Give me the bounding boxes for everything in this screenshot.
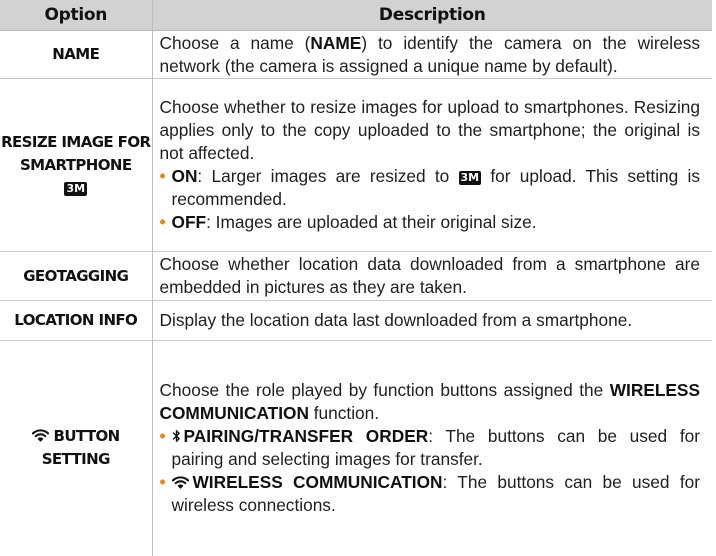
bullet-text: : Larger images are resized to — [197, 166, 459, 186]
size-3m-icon: 3M — [458, 171, 482, 185]
bullet-item: • WIRELESS COMMUNICATION: The buttons ca… — [160, 471, 701, 517]
table-row: LOCATION INFO Display the location data … — [0, 300, 712, 341]
bullet-label: PAIRING/TRANSFER ORDER — [183, 426, 429, 447]
description-geotagging: Choose whether location data downloaded … — [152, 252, 712, 301]
desc-text: Choose the role played by function butto… — [159, 380, 610, 401]
bluetooth-icon — [172, 430, 180, 443]
option-label-line: BUTTON — [53, 427, 120, 446]
option-location-info: LOCATION INFO — [0, 300, 153, 341]
desc-text: Choose whether location data downloaded … — [159, 254, 701, 297]
bullet-item: • PAIRING/TRANSFER ORDER: The buttons ca… — [160, 425, 701, 471]
table-row: NAME Choose a name (NAME) to identify th… — [0, 30, 712, 79]
bullet-icon: • — [159, 472, 166, 493]
bullet-text: : Images are uploaded at their original … — [206, 212, 537, 232]
bullet-item: • OFF: Images are uploaded at their orig… — [160, 211, 701, 234]
option-label-line: RESIZE IMAGE FOR — [1, 132, 151, 151]
option-geotagging: GEOTAGGING — [0, 251, 153, 301]
desc-intro: Choose whether to resize images for uplo… — [159, 97, 701, 163]
description-resize-image: Choose whether to resize images for uplo… — [152, 79, 712, 252]
size-3m-icon: 3M — [64, 181, 88, 196]
description-name: Choose a name (NAME) to identify the cam… — [152, 31, 712, 79]
wifi-icon — [171, 476, 189, 489]
table-header-row: Option Description — [0, 0, 712, 31]
bullet-icon: • — [159, 426, 166, 447]
desc-bold: NAME — [310, 32, 362, 53]
option-resize-image: RESIZE IMAGE FOR SMARTPHONE 3M — [0, 78, 153, 252]
desc-text: Display the location data last downloade… — [159, 310, 633, 330]
option-label-line: SETTING — [41, 450, 111, 469]
option-button-setting: BUTTON SETTING — [0, 340, 153, 556]
bullet-icon: • — [159, 166, 166, 186]
desc-text: function. — [308, 403, 380, 424]
bullet-icon: • — [159, 212, 166, 232]
column-header-description: Description — [152, 0, 712, 31]
description-button-setting: Choose the role played by function butto… — [152, 341, 712, 556]
desc-text: Choose a name ( — [159, 32, 311, 53]
bullet-label: WIRELESS COMMUNICATION — [192, 472, 443, 493]
wifi-icon — [31, 429, 49, 442]
table-row: GEOTAGGING Choose whether location data … — [0, 251, 712, 301]
option-label-line: SMARTPHONE — [19, 155, 132, 174]
bullet-label: OFF — [171, 212, 207, 232]
settings-table: Option Description NAME Choose a name (N… — [0, 0, 712, 556]
bullet-label: ON — [171, 166, 198, 186]
table-row: BUTTON SETTING Choose the role played by… — [0, 340, 712, 556]
column-header-option: Option — [0, 0, 153, 31]
table-row: RESIZE IMAGE FOR SMARTPHONE 3M Choose wh… — [0, 78, 712, 252]
bullet-item: • ON: Larger images are resized to 3M fo… — [160, 165, 701, 211]
option-name: NAME — [0, 30, 153, 79]
description-location-info: Display the location data last downloade… — [152, 301, 712, 341]
